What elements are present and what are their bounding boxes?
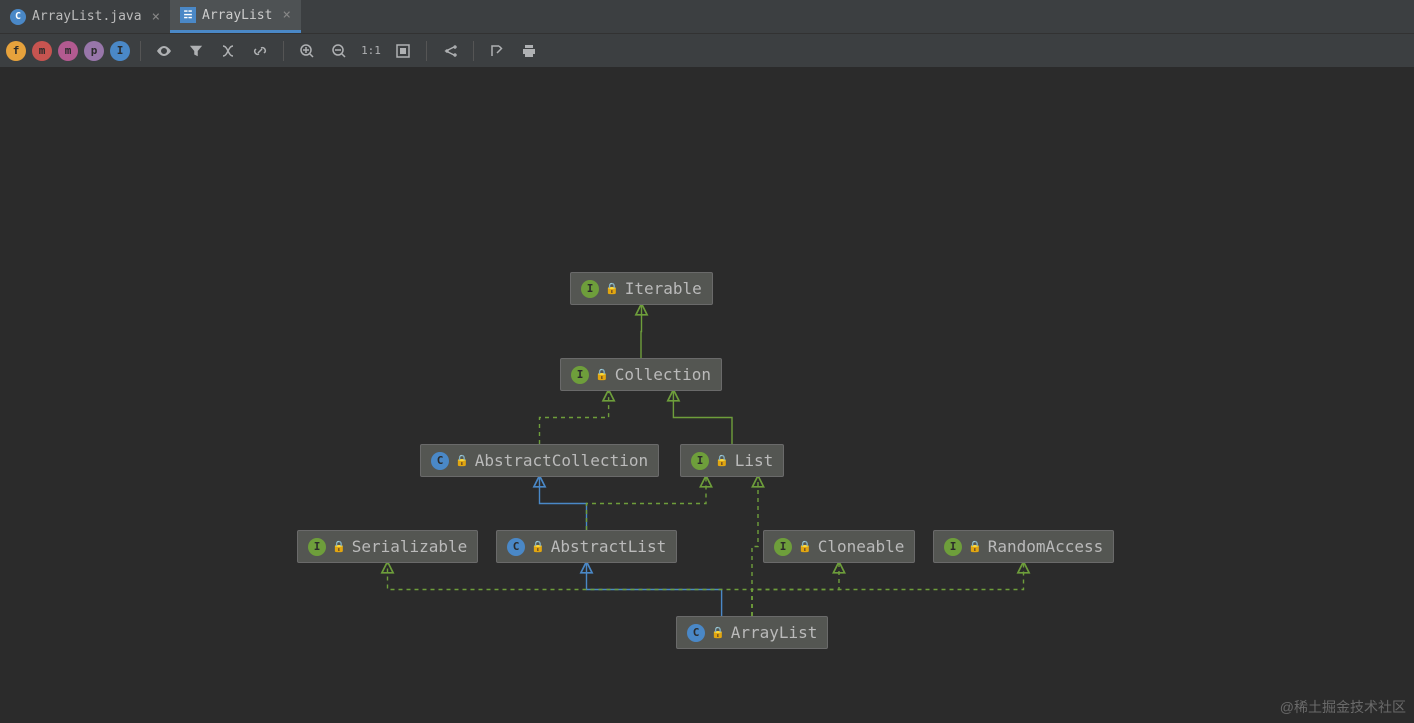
zoom-in-icon[interactable] xyxy=(294,38,320,64)
tab-arraylist-java[interactable]: C ArrayList.java × xyxy=(0,0,170,33)
fields-toggle-icon[interactable]: f xyxy=(6,41,26,61)
diagram-toolbar: f m m p I 1:1 xyxy=(0,34,1414,68)
edge-list-to-collection xyxy=(673,391,732,444)
filter-icon[interactable] xyxy=(183,38,209,64)
diagram-node-list[interactable]: I 🔒 List xyxy=(680,444,784,477)
print-icon[interactable] xyxy=(516,38,542,64)
node-label: Cloneable xyxy=(818,537,905,556)
type-icon: I xyxy=(944,538,962,556)
edge-arraylist-to-randomaccess xyxy=(752,563,1024,616)
lock-icon: 🔒 xyxy=(711,626,725,639)
edge-abstractlist-to-list xyxy=(587,477,707,530)
toolbar-separator xyxy=(473,41,474,61)
type-icon: I xyxy=(774,538,792,556)
lock-icon: 🔒 xyxy=(455,454,469,467)
lock-icon: 🔒 xyxy=(605,282,619,295)
fit-content-icon[interactable] xyxy=(390,38,416,64)
close-icon[interactable]: × xyxy=(152,9,160,25)
edge-arraylist-to-abstractlist xyxy=(587,563,722,616)
share-icon[interactable] xyxy=(437,38,463,64)
node-label: ArrayList xyxy=(731,623,818,642)
node-label: Iterable xyxy=(625,279,702,298)
toolbar-separator xyxy=(283,41,284,61)
lock-icon: 🔒 xyxy=(595,368,609,381)
export-icon[interactable] xyxy=(484,38,510,64)
diagram-icon: ☵ xyxy=(180,7,196,23)
methods-toggle-icon[interactable]: m xyxy=(58,41,78,61)
type-icon: C xyxy=(507,538,525,556)
zoom-actual-icon[interactable]: 1:1 xyxy=(358,38,384,64)
diagram-node-arraylist[interactable]: C 🔒 ArrayList xyxy=(676,616,828,649)
zoom-out-icon[interactable] xyxy=(326,38,352,64)
type-icon: C xyxy=(687,624,705,642)
node-label: Collection xyxy=(615,365,711,384)
diagram-node-serializable[interactable]: I 🔒 Serializable xyxy=(297,530,478,563)
constructors-toggle-icon[interactable]: m xyxy=(32,41,52,61)
close-icon[interactable]: × xyxy=(282,7,290,23)
layout-icon[interactable] xyxy=(215,38,241,64)
editor-tabs: C ArrayList.java × ☵ ArrayList × xyxy=(0,0,1414,34)
edge-collection-to-iterable xyxy=(641,305,642,358)
edge-arraylist-to-cloneable xyxy=(752,563,839,616)
link-icon[interactable] xyxy=(247,38,273,64)
node-label: List xyxy=(735,451,774,470)
diagram-node-randomaccess[interactable]: I 🔒 RandomAccess xyxy=(933,530,1114,563)
node-label: Serializable xyxy=(352,537,468,556)
diagram-node-cloneable[interactable]: I 🔒 Cloneable xyxy=(763,530,915,563)
diagram-node-abstractcollection[interactable]: C 🔒 AbstractCollection xyxy=(420,444,659,477)
type-icon: I xyxy=(691,452,709,470)
lock-icon: 🔒 xyxy=(332,540,346,553)
properties-toggle-icon[interactable]: p xyxy=(84,41,104,61)
node-label: AbstractList xyxy=(551,537,667,556)
visibility-icon[interactable] xyxy=(151,38,177,64)
diagram-node-collection[interactable]: I 🔒 Collection xyxy=(560,358,722,391)
lock-icon: 🔒 xyxy=(531,540,545,553)
node-label: RandomAccess xyxy=(988,537,1104,556)
lock-icon: 🔒 xyxy=(968,540,982,553)
edge-arraylist-to-list xyxy=(752,477,758,616)
diagram-node-abstractlist[interactable]: C 🔒 AbstractList xyxy=(496,530,677,563)
edge-abstractlist-to-abstractcollection xyxy=(540,477,587,530)
edge-arraylist-to-serializable xyxy=(388,563,753,616)
lock-icon: 🔒 xyxy=(715,454,729,467)
tab-label: ArrayList xyxy=(202,8,272,23)
edge-abstractcollection-to-collection xyxy=(540,391,609,444)
tab-label: ArrayList.java xyxy=(32,9,142,24)
class-file-icon: C xyxy=(10,9,26,25)
type-icon: I xyxy=(581,280,599,298)
lock-icon: 🔒 xyxy=(798,540,812,553)
diagram-node-iterable[interactable]: I 🔒 Iterable xyxy=(570,272,713,305)
toolbar-separator xyxy=(426,41,427,61)
type-icon: I xyxy=(571,366,589,384)
inner-classes-toggle-icon[interactable]: I xyxy=(110,41,130,61)
type-icon: I xyxy=(308,538,326,556)
node-label: AbstractCollection xyxy=(475,451,648,470)
tab-arraylist-diagram[interactable]: ☵ ArrayList × xyxy=(170,0,301,33)
watermark: @稀土掘金技术社区 xyxy=(1280,697,1406,717)
diagram-canvas[interactable]: @稀土掘金技术社区 I 🔒 Iterable I 🔒 Collection C 🔒 Abstra… xyxy=(0,68,1414,723)
toolbar-separator xyxy=(140,41,141,61)
type-icon: C xyxy=(431,452,449,470)
